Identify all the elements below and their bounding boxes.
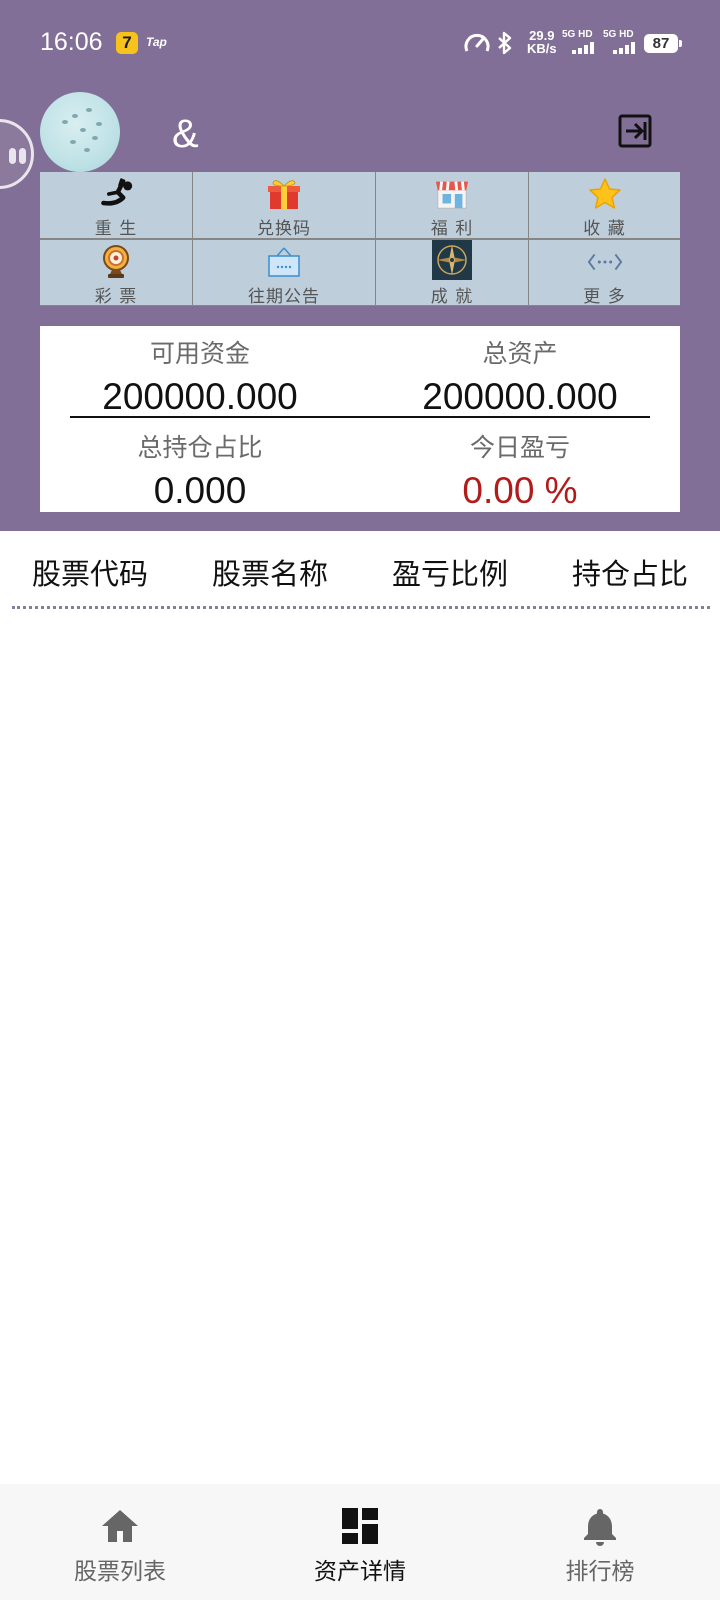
available-funds-value: 200000.000 bbox=[102, 376, 298, 417]
shop-icon bbox=[434, 176, 470, 212]
sim1-signal-icon: 5G HD bbox=[562, 29, 600, 55]
sim1-label: 5G HD bbox=[562, 29, 593, 40]
func-label: 收 藏 bbox=[583, 219, 626, 239]
nav-leaderboard[interactable]: 排行榜 bbox=[480, 1484, 720, 1600]
sim2-signal-icon: 5G HD bbox=[603, 29, 641, 55]
header-panel: 16:06 7 Tap 29.9 KB/s 5G HD 5G HD 87 & 重… bbox=[0, 0, 720, 531]
network-speed-unit: KB/s bbox=[527, 41, 557, 56]
column-header-stock-name[interactable]: 股票名称 bbox=[180, 551, 360, 593]
tap-app-icon: 7 bbox=[116, 32, 138, 54]
position-ratio-value: 0.000 bbox=[153, 470, 247, 511]
nav-label: 股票列表 bbox=[74, 1559, 166, 1585]
nav-stock-list[interactable]: 股票列表 bbox=[0, 1484, 240, 1600]
nav-label: 资产详情 bbox=[314, 1559, 406, 1585]
func-favorites-button[interactable]: 收 藏 bbox=[529, 172, 680, 239]
tap-app-label: Tap bbox=[146, 35, 167, 49]
func-welfare-button[interactable]: 福 利 bbox=[376, 172, 528, 239]
total-assets-label: 总资产 bbox=[482, 339, 558, 368]
floating-assistant-button[interactable] bbox=[0, 119, 34, 189]
bell-icon bbox=[584, 1509, 616, 1546]
dashboard-icon bbox=[342, 1508, 378, 1544]
battery-icon: 87 bbox=[644, 34, 682, 53]
home-icon bbox=[102, 1510, 138, 1542]
func-label: 福 利 bbox=[430, 219, 474, 239]
bottom-navigation: 股票列表 资产详情 排行榜 bbox=[0, 1484, 720, 1600]
star-icon bbox=[587, 176, 623, 212]
func-label: 更 多 bbox=[583, 287, 626, 307]
func-label: 重 生 bbox=[94, 219, 138, 239]
column-header-position-ratio[interactable]: 持仓占比 bbox=[540, 551, 720, 593]
sim2-label: 5G HD bbox=[603, 29, 634, 40]
today-pnl-label: 今日盈亏 bbox=[469, 433, 570, 462]
rebirth-icon bbox=[98, 176, 134, 212]
nav-asset-details[interactable]: 资产详情 bbox=[240, 1484, 480, 1600]
bluetooth-icon bbox=[498, 31, 512, 55]
total-assets-value: 200000.000 bbox=[422, 376, 618, 417]
func-label: 往期公告 bbox=[248, 287, 320, 307]
gift-icon bbox=[266, 176, 302, 212]
function-grid: 重 生 兑换码 福 利 收 藏 彩 票 往期公告 成 就 更 多 bbox=[40, 172, 680, 307]
position-ratio-label: 总持仓占比 bbox=[137, 433, 263, 462]
table-header-divider bbox=[12, 606, 710, 609]
stats-divider bbox=[70, 416, 650, 418]
column-header-stock-code[interactable]: 股票代码 bbox=[0, 551, 180, 593]
network-speed: 29.9 KB/s bbox=[527, 29, 557, 55]
username: & bbox=[172, 112, 199, 156]
holdings-table-header: 股票代码 股票名称 盈亏比例 持仓占比 bbox=[0, 531, 720, 611]
func-lottery-button[interactable]: 彩 票 bbox=[40, 240, 192, 307]
today-pnl-value: 0.00 % bbox=[462, 470, 578, 511]
column-header-pnl-ratio[interactable]: 盈亏比例 bbox=[360, 551, 540, 593]
avatar[interactable] bbox=[40, 92, 120, 172]
nav-label: 排行榜 bbox=[565, 1559, 635, 1585]
speedometer-icon bbox=[464, 33, 490, 52]
compass-icon bbox=[432, 240, 472, 280]
asset-summary-card: 可用资金 200000.000 总资产 200000.000 总持仓占比 0.0… bbox=[40, 326, 680, 512]
status-time: 16:06 bbox=[40, 28, 103, 56]
status-bar: 16:06 7 Tap 29.9 KB/s 5G HD 5G HD 87 bbox=[0, 0, 720, 84]
available-funds-label: 可用资金 bbox=[149, 339, 250, 368]
func-label: 彩 票 bbox=[94, 287, 138, 307]
func-redeem-code-button[interactable]: 兑换码 bbox=[193, 172, 375, 239]
notice-board-icon bbox=[266, 244, 302, 280]
more-icon bbox=[587, 244, 623, 280]
func-more-button[interactable]: 更 多 bbox=[529, 240, 680, 307]
func-label: 成 就 bbox=[430, 287, 474, 307]
func-label: 兑换码 bbox=[257, 219, 311, 239]
func-past-notices-button[interactable]: 往期公告 bbox=[193, 240, 375, 307]
logout-icon[interactable] bbox=[618, 114, 652, 148]
lottery-wheel-icon bbox=[98, 244, 134, 280]
func-rebirth-button[interactable]: 重 生 bbox=[40, 172, 192, 239]
func-achievements-button[interactable]: 成 就 bbox=[376, 240, 528, 307]
